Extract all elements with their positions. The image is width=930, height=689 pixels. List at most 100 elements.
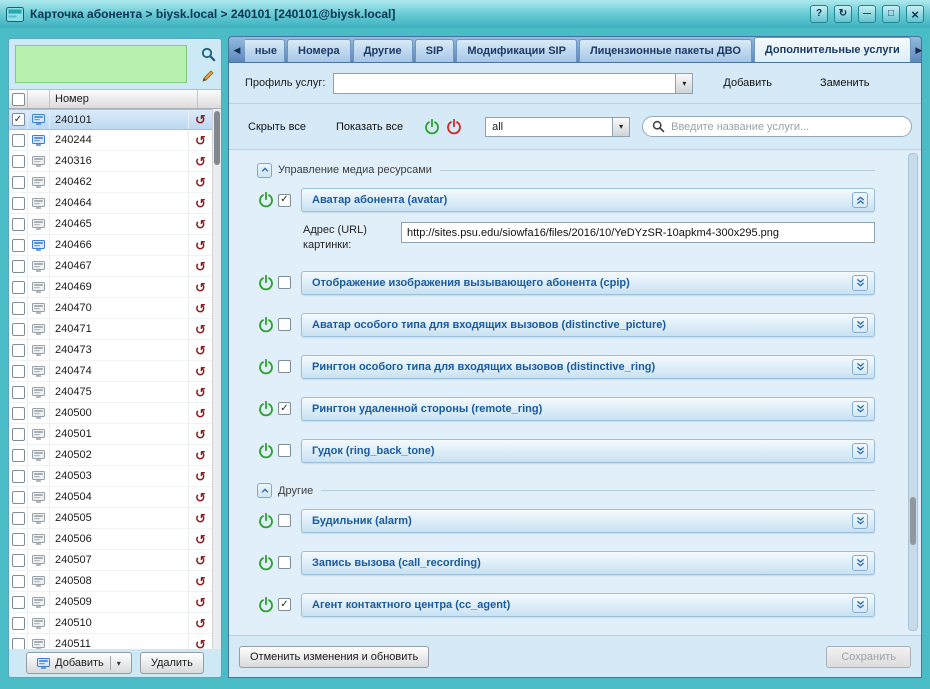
quick-filter-box[interactable] xyxy=(15,45,187,83)
table-row[interactable]: 240473↺ xyxy=(9,340,221,361)
services-scrollbar[interactable] xyxy=(908,153,918,631)
service-toggle-button[interactable] xyxy=(852,443,868,459)
tab-other[interactable]: Другие xyxy=(353,39,413,62)
row-checkbox[interactable] xyxy=(12,197,25,210)
close-button[interactable]: × xyxy=(906,5,924,23)
row-checkbox[interactable] xyxy=(12,617,25,630)
history-icon[interactable]: ↺ xyxy=(195,344,206,357)
service-checkbox-distinctive_picture[interactable] xyxy=(278,318,291,331)
cancel-refresh-button[interactable]: Отменить изменения и обновить xyxy=(239,646,429,668)
table-row[interactable]: 240506↺ xyxy=(9,529,221,550)
history-icon[interactable]: ↺ xyxy=(195,554,206,567)
section-collapse-button[interactable] xyxy=(257,163,272,178)
table-row[interactable]: 240470↺ xyxy=(9,298,221,319)
history-icon[interactable]: ↺ xyxy=(195,428,206,441)
table-row[interactable]: 240475↺ xyxy=(9,382,221,403)
row-checkbox[interactable] xyxy=(12,386,25,399)
row-checkbox[interactable] xyxy=(12,113,25,126)
table-row[interactable]: 240502↺ xyxy=(9,445,221,466)
row-checkbox[interactable] xyxy=(12,365,25,378)
history-icon[interactable]: ↺ xyxy=(195,617,206,630)
table-row[interactable]: 240507↺ xyxy=(9,550,221,571)
row-checkbox[interactable] xyxy=(12,260,25,273)
tab-sip[interactable]: SIP xyxy=(415,39,455,62)
history-icon[interactable]: ↺ xyxy=(195,533,206,546)
row-checkbox[interactable] xyxy=(12,575,25,588)
save-button[interactable]: Сохранить xyxy=(826,646,911,668)
history-icon[interactable]: ↺ xyxy=(195,512,206,525)
show-all-button[interactable]: Показать все xyxy=(336,121,403,133)
row-checkbox[interactable] xyxy=(12,470,25,483)
row-checkbox[interactable] xyxy=(12,323,25,336)
service-checkbox-cc_agent[interactable] xyxy=(278,598,291,611)
power-icon[interactable] xyxy=(257,442,275,460)
service-search-input[interactable] xyxy=(671,121,902,133)
row-checkbox[interactable] xyxy=(12,512,25,525)
power-icon[interactable] xyxy=(257,596,275,614)
row-checkbox[interactable] xyxy=(12,428,25,441)
chevron-down-icon[interactable]: ▾ xyxy=(612,118,629,136)
tab-sip-mods[interactable]: Модификации SIP xyxy=(456,39,577,62)
table-row[interactable]: 240471↺ xyxy=(9,319,221,340)
service-checkbox-cpip[interactable] xyxy=(278,276,291,289)
table-row[interactable]: 240465↺ xyxy=(9,214,221,235)
service-search-box[interactable] xyxy=(642,116,912,137)
profile-select[interactable]: ▾ xyxy=(333,73,693,94)
refresh-button[interactable]: ↻ xyxy=(834,5,852,23)
tab-scroll-left-button[interactable]: ◀ xyxy=(230,38,244,62)
power-icon[interactable] xyxy=(257,191,275,209)
history-icon[interactable]: ↺ xyxy=(195,302,206,315)
enable-all-button[interactable] xyxy=(423,118,441,136)
history-icon[interactable]: ↺ xyxy=(195,365,206,378)
table-row[interactable]: 240469↺ xyxy=(9,277,221,298)
history-icon[interactable]: ↺ xyxy=(195,596,206,609)
table-row[interactable]: 240511↺ xyxy=(9,634,221,649)
tab-main-clipped[interactable]: ные xyxy=(245,39,285,62)
service-checkbox-distinctive_ring[interactable] xyxy=(278,360,291,373)
service-checkbox-remote_ring[interactable] xyxy=(278,402,291,415)
sidebar-scrollbar[interactable] xyxy=(212,109,221,649)
table-row[interactable]: 240474↺ xyxy=(9,361,221,382)
disable-all-button[interactable] xyxy=(445,118,463,136)
row-checkbox[interactable] xyxy=(12,638,25,650)
url-input[interactable] xyxy=(401,222,875,243)
power-icon[interactable] xyxy=(257,554,275,572)
history-icon[interactable]: ↺ xyxy=(195,197,206,210)
service-bar-alarm[interactable]: Будильник (alarm) xyxy=(301,509,875,533)
row-checkbox[interactable] xyxy=(12,596,25,609)
row-checkbox[interactable] xyxy=(12,218,25,231)
services-filter-select[interactable]: all ▾ xyxy=(485,117,630,137)
table-row[interactable]: 240244↺ xyxy=(9,130,221,151)
history-icon[interactable]: ↺ xyxy=(195,260,206,273)
table-row[interactable]: 240505↺ xyxy=(9,508,221,529)
help-button[interactable]: ? xyxy=(810,5,828,23)
history-icon[interactable]: ↺ xyxy=(195,575,206,588)
table-row[interactable]: 240503↺ xyxy=(9,466,221,487)
add-subscriber-button[interactable]: Добавить ▾ xyxy=(26,652,132,674)
profile-add-button[interactable]: Добавить xyxy=(723,77,772,89)
table-row[interactable]: 240466↺ xyxy=(9,235,221,256)
tab-scroll-right-button[interactable]: ▶ xyxy=(912,38,926,62)
service-bar-call_recording[interactable]: Запись вызова (call_recording) xyxy=(301,551,875,575)
row-checkbox[interactable] xyxy=(12,302,25,315)
search-button[interactable] xyxy=(198,44,218,64)
row-checkbox[interactable] xyxy=(12,491,25,504)
service-toggle-button[interactable] xyxy=(852,275,868,291)
row-checkbox[interactable] xyxy=(12,533,25,546)
history-icon[interactable]: ↺ xyxy=(195,134,206,147)
table-row[interactable]: 240509↺ xyxy=(9,592,221,613)
tab-numbers[interactable]: Номера xyxy=(287,39,351,62)
power-icon[interactable] xyxy=(257,316,275,334)
history-icon[interactable]: ↺ xyxy=(195,470,206,483)
service-checkbox-call_recording[interactable] xyxy=(278,556,291,569)
table-row[interactable]: 240501↺ xyxy=(9,424,221,445)
row-checkbox[interactable] xyxy=(12,176,25,189)
history-icon[interactable]: ↺ xyxy=(195,155,206,168)
sidebar-scrollbar-thumb[interactable] xyxy=(214,111,220,165)
power-icon[interactable] xyxy=(257,512,275,530)
row-checkbox[interactable] xyxy=(12,239,25,252)
service-bar-remote_ring[interactable]: Рингтон удаленной стороны (remote_ring) xyxy=(301,397,875,421)
service-toggle-button[interactable] xyxy=(852,401,868,417)
history-icon[interactable]: ↺ xyxy=(195,218,206,231)
row-checkbox[interactable] xyxy=(12,449,25,462)
